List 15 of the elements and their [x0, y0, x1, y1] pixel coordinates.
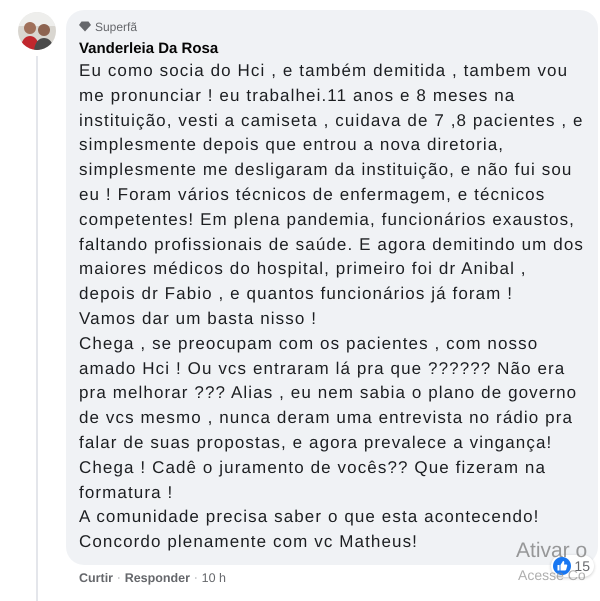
separator-dot: ·	[117, 572, 121, 584]
comment-text: Eu como socia do Hci , e também demitida , tambem vou me pronunciar ! eu trabalhei.11 anos e 8 meses na instituição, vesti a camiseta , cuidava de 7 ,8 pacientes , e simplesmente depois que entrou a nova diretoria, simplesmente me desligaram da instituição, e não fui sou eu ! Foram vários técnicos de enfermagem, e técnicos competentes! Em plena pandemia, funcionários exaustos, faltando profissionais de saúde. E agora demitindo um dos maiores médicos do hospital, primeiro foi dr Anibal , depois dr Fabio , e quantos funcionários já foram !	[79, 60, 584, 306]
comment-text: Vamos dar um basta nisso !	[79, 308, 318, 330]
separator-dot: ·	[194, 572, 198, 584]
diamond-icon	[79, 21, 91, 32]
timestamp[interactable]: 10 h	[202, 570, 226, 585]
like-link[interactable]: Curtir	[79, 570, 114, 585]
comment-text: Chega ! Cadê o juramento de vocês?? Que fizeram na formatura !	[79, 456, 548, 504]
author-name[interactable]: Vanderleia Da Rosa	[79, 39, 584, 59]
comment-text: A comunidade precisa saber o que esta acontecendo!	[79, 506, 540, 528]
reply-link[interactable]: Responder	[124, 570, 190, 585]
comment-text: Chega , se preocupam com os pacientes , com nosso amado Hci ! Ou vcs entraram lá pra que ?????? Não era pra melhorar ??? Alias , eu nem sabia o plano de governo de vcs mesmo , nunca deram uma entrevista no rádio pra falar de suas propostas, e agora prevalece a vingança!	[79, 332, 578, 454]
avatar[interactable]	[18, 12, 56, 50]
comment-text: Concordo plenamente com vc Matheus!	[79, 531, 418, 554]
badge-label: Superfã	[95, 20, 138, 34]
